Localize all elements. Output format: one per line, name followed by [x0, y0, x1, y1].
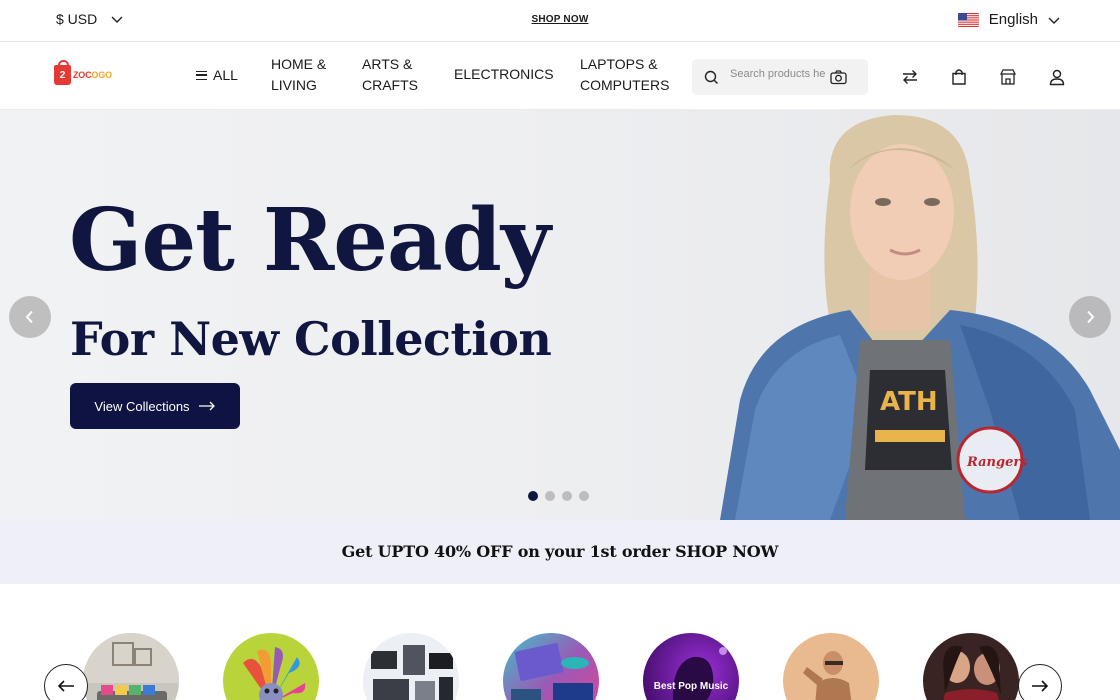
nav-link-line: HOME &	[271, 56, 327, 72]
hero-subtitle: For New Collection	[70, 312, 552, 366]
slider-dot[interactable]	[579, 491, 589, 501]
slider-prev-button[interactable]	[9, 296, 51, 338]
nav-link-line: ELECTRONICS	[454, 66, 554, 82]
hero-title: Get Ready	[69, 190, 551, 291]
slider-dot[interactable]	[528, 491, 538, 501]
slider-dot[interactable]	[562, 491, 572, 501]
all-categories-menu[interactable]: ALL	[196, 67, 238, 83]
category-prev-button[interactable]	[44, 664, 88, 700]
hero-slider: ATH Rangers Get Ready For New Collection…	[0, 110, 1120, 520]
nav-link-arts-crafts[interactable]: ARTS & CRAFTS	[362, 54, 418, 96]
nav-link-line: LAPTOPS &	[580, 56, 658, 72]
chevron-left-icon	[25, 310, 33, 324]
nav-link-home-living[interactable]: HOME & LIVING	[271, 54, 326, 96]
arrow-right-icon	[198, 401, 215, 411]
all-label: ALL	[213, 67, 238, 83]
jacket-patch-text: Rangers	[966, 455, 1028, 470]
chevron-right-icon	[1087, 310, 1095, 324]
logo-bag-icon: 2	[54, 60, 71, 85]
category-womens-fashion[interactable]	[923, 633, 1019, 700]
svg-text:ATH: ATH	[880, 387, 938, 417]
view-collections-label: View Collections	[94, 398, 190, 414]
nav-link-line: CRAFTS	[362, 77, 418, 93]
category-laptops-computers[interactable]	[503, 633, 599, 700]
arrow-left-icon	[57, 680, 74, 692]
nav-link-line: COMPUTERS	[580, 77, 670, 93]
search-icon[interactable]	[704, 70, 719, 85]
shop-now-link[interactable]: SHOP NOW	[532, 14, 589, 25]
womens-fashion-icon	[923, 633, 1019, 700]
logo-text-part2: OGO	[91, 70, 112, 80]
promo-text[interactable]: Get UPTO 40% OFF on your 1st order SHOP …	[342, 542, 779, 561]
top-bar: $ USD SHOP NOW English	[0, 0, 1120, 42]
logo-badge: 2	[59, 70, 66, 81]
user-account-icon[interactable]	[1048, 68, 1066, 86]
camera-icon[interactable]	[830, 69, 847, 85]
hero-model-image: ATH Rangers	[720, 115, 1120, 520]
slider-next-button[interactable]	[1069, 296, 1111, 338]
menu-icon	[196, 70, 207, 80]
us-flag-icon	[957, 12, 979, 27]
logo-text-part1: ZOC	[73, 70, 92, 80]
language-label: English	[988, 11, 1038, 28]
arts-crafts-icon	[223, 633, 319, 700]
view-collections-button[interactable]: View Collections	[70, 383, 240, 429]
electronics-icon	[363, 633, 459, 700]
store-icon[interactable]	[999, 68, 1017, 86]
main-navigation: 2 ZOCOGO ALL HOME & LIVING ARTS & CRAFTS…	[0, 43, 1120, 110]
promo-banner: Get UPTO 40% OFF on your 1st order SHOP …	[0, 520, 1120, 584]
logo-text: ZOCOGO	[73, 70, 112, 80]
category-next-button[interactable]	[1018, 664, 1062, 700]
category-mens-fashion[interactable]	[783, 633, 879, 700]
slider-pagination	[528, 491, 589, 501]
compare-icon[interactable]	[901, 68, 919, 86]
nav-link-line: LIVING	[271, 77, 317, 93]
language-selector[interactable]: English	[957, 11, 1060, 28]
category-arts-crafts[interactable]	[223, 633, 319, 700]
site-logo[interactable]: 2 ZOCOGO	[54, 60, 112, 85]
slider-dot[interactable]	[545, 491, 555, 501]
category-music-label: Best Pop Music	[653, 681, 729, 692]
mens-fashion-icon	[783, 633, 879, 700]
category-music[interactable]: Best Pop Music	[643, 633, 739, 700]
search-box	[692, 59, 868, 95]
nav-link-line: ARTS &	[362, 56, 413, 72]
home-living-icon	[83, 633, 179, 700]
search-input[interactable]	[730, 68, 826, 80]
top-announcement: SHOP NOW	[0, 14, 1120, 25]
nav-link-laptops-computers[interactable]: LAPTOPS & COMPUTERS	[580, 54, 669, 96]
nav-link-electronics[interactable]: ELECTRONICS	[454, 64, 554, 85]
shopping-bag-icon[interactable]	[950, 68, 968, 86]
category-home-living[interactable]	[83, 633, 179, 700]
category-electronics[interactable]	[363, 633, 459, 700]
chevron-down-icon	[1048, 17, 1060, 24]
category-carousel: Best Pop Music	[0, 584, 1120, 700]
arrow-right-icon	[1032, 680, 1049, 692]
laptops-icon	[503, 633, 599, 700]
